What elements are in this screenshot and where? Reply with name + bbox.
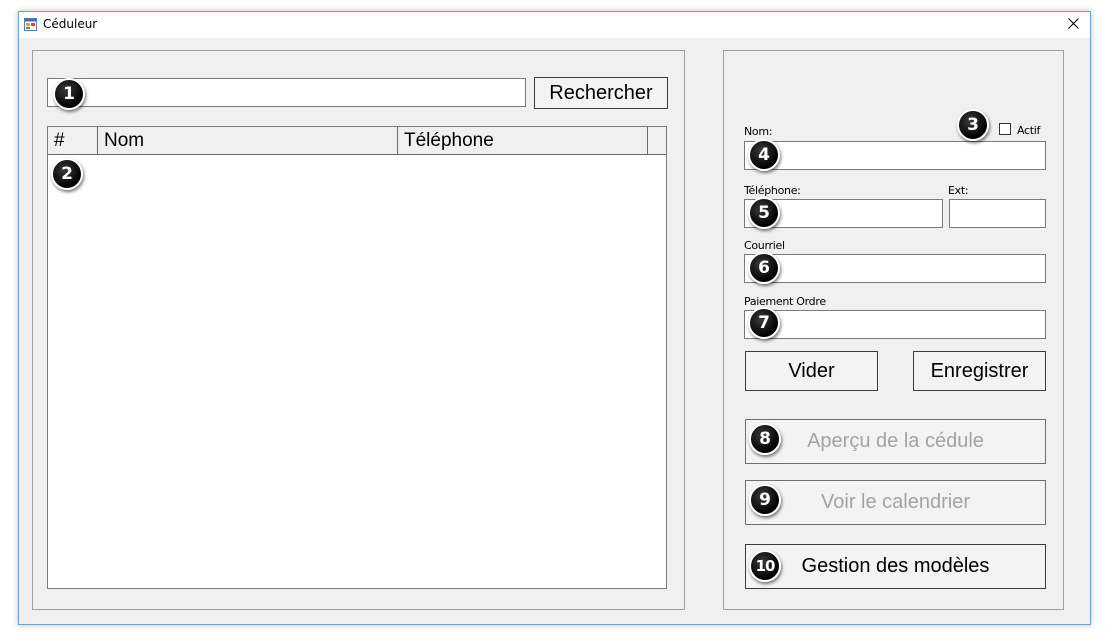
column-header-number[interactable]: # [48,127,98,155]
search-button[interactable]: Rechercher [534,77,668,109]
apercu-cedule-button[interactable]: Aperçu de la cédule [745,419,1046,464]
callout-badge-2: 2 [51,158,83,190]
callout-badge-1: 1 [53,78,85,110]
callout-badge-9: 9 [749,484,781,516]
gestion-modeles-button[interactable]: Gestion des modèles [745,544,1046,589]
app-window: Céduleur Rechercher # Nom Téléphone Acti… [18,11,1091,625]
app-window-icon [24,18,37,31]
callout-badge-4: 4 [748,139,780,171]
vider-button[interactable]: Vider [745,351,878,391]
ext-field[interactable] [949,199,1046,228]
ext-label: Ext: [948,184,969,197]
nom-field[interactable] [744,141,1046,170]
voir-calendrier-button[interactable]: Voir le calendrier [745,480,1046,525]
paiement-ordre-field[interactable] [744,310,1046,339]
nom-label: Nom: [744,125,773,138]
callout-badge-3: 3 [957,109,989,141]
close-icon [1067,16,1079,34]
callout-badge-5: 5 [748,197,780,229]
search-input[interactable] [47,78,526,107]
callout-badge-6: 6 [748,252,780,284]
column-header-nom[interactable]: Nom [98,127,398,155]
callout-badge-8: 8 [749,423,781,455]
callout-badge-10: 10 [749,550,781,582]
grid-header: # Nom Téléphone [48,127,666,155]
actif-checkbox[interactable] [999,123,1011,135]
enregistrer-button[interactable]: Enregistrer [913,351,1046,391]
search-panel: Rechercher # Nom Téléphone [32,50,685,610]
column-header-telephone[interactable]: Téléphone [398,127,648,155]
results-grid[interactable]: # Nom Téléphone [47,126,667,589]
telephone-label: Téléphone: [744,184,801,197]
close-button[interactable] [1056,12,1090,38]
courriel-field[interactable] [744,254,1046,283]
courriel-label: Courriel [744,239,785,252]
callout-badge-7: 7 [748,307,780,339]
column-header-filler [648,127,666,155]
window-title: Céduleur [43,17,98,31]
actif-label: Actif [1017,124,1041,137]
paiement-ordre-label: Paiement Ordre [744,295,826,308]
title-bar[interactable]: Céduleur [19,12,1090,38]
